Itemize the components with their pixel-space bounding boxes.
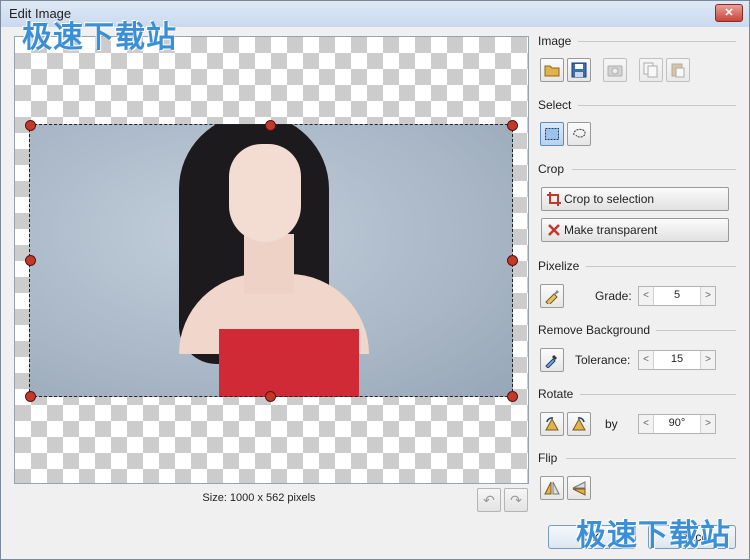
- rotate-left-button[interactable]: [540, 412, 564, 436]
- watermark-bottom: 极速下载站: [576, 518, 731, 553]
- camera-icon: [607, 65, 623, 77]
- rect-select-icon: [545, 128, 559, 140]
- rotate-right-button[interactable]: [567, 412, 591, 436]
- grade-value[interactable]: 5: [655, 289, 699, 301]
- handle-middle-right[interactable]: [507, 255, 518, 266]
- angle-increase-arrow[interactable]: >: [700, 415, 715, 433]
- grade-increase-arrow[interactable]: >: [700, 287, 715, 305]
- flip-vertical-button[interactable]: [567, 476, 591, 500]
- grade-decrease-arrow[interactable]: <: [639, 287, 654, 305]
- flip-section-divider: [566, 458, 736, 459]
- grade-stepper[interactable]: < 5 >: [638, 286, 716, 306]
- crop-selection[interactable]: [29, 124, 513, 397]
- watermark-top: 极速下载站: [22, 20, 177, 55]
- flip-horizontal-icon: [544, 481, 560, 495]
- paste-icon: [671, 63, 685, 78]
- handle-top-right[interactable]: [507, 120, 518, 131]
- handle-bottom-left[interactable]: [25, 391, 36, 402]
- flip-horizontal-button[interactable]: [540, 476, 564, 500]
- crop-section-divider: [572, 169, 736, 170]
- tolerance-stepper[interactable]: < 15 >: [638, 350, 716, 370]
- x-mark-icon: [548, 224, 560, 236]
- image-canvas[interactable]: [14, 36, 529, 484]
- pixelize-section-label: Pixelize: [538, 259, 586, 273]
- remove-bg-section-divider: [654, 330, 736, 331]
- lasso-select-icon: [573, 128, 586, 138]
- eyedropper-icon: [545, 355, 557, 368]
- rotate-section-label: Rotate: [538, 387, 580, 401]
- redo-button[interactable]: ↷: [504, 488, 528, 512]
- remove-bg-button[interactable]: [540, 348, 564, 372]
- pixelize-brush-icon: [545, 290, 559, 304]
- rect-select-button[interactable]: [540, 122, 564, 146]
- tolerance-decrease-arrow[interactable]: <: [639, 351, 654, 369]
- close-button[interactable]: ✕: [715, 4, 743, 22]
- handle-bottom-center[interactable]: [265, 391, 276, 402]
- flip-section-label: Flip: [538, 451, 564, 465]
- crop-to-selection-button[interactable]: Crop to selection: [541, 187, 729, 211]
- image-size-label: Size: 1000 x 562 pixels: [202, 492, 316, 504]
- rotate-by-label: by: [605, 417, 618, 431]
- copy-button[interactable]: [639, 58, 663, 82]
- undo-button[interactable]: ↶: [477, 488, 501, 512]
- crop-section-label: Crop: [538, 162, 571, 176]
- open-button[interactable]: [540, 58, 564, 82]
- rotate-section-divider: [580, 394, 736, 395]
- handle-middle-left[interactable]: [25, 255, 36, 266]
- lasso-select-button[interactable]: [567, 122, 591, 146]
- save-button[interactable]: [567, 58, 591, 82]
- pixelize-section-divider: [586, 266, 736, 267]
- make-transparent-label: Make transparent: [564, 223, 658, 237]
- rotate-left-icon: [545, 417, 559, 431]
- tolerance-value[interactable]: 15: [655, 353, 699, 365]
- crop-icon: [547, 192, 561, 206]
- crop-to-selection-label: Crop to selection: [564, 192, 655, 206]
- remove-bg-section-label: Remove Background: [538, 323, 657, 337]
- save-icon: [571, 62, 587, 78]
- handle-top-left[interactable]: [25, 120, 36, 131]
- image-section-divider: [578, 41, 736, 42]
- rotate-right-icon: [572, 417, 586, 431]
- undo-icon: ↶: [483, 492, 495, 508]
- select-section-divider: [578, 105, 736, 106]
- angle-decrease-arrow[interactable]: <: [639, 415, 654, 433]
- tolerance-increase-arrow[interactable]: >: [700, 351, 715, 369]
- angle-stepper[interactable]: < 90° >: [638, 414, 716, 434]
- open-icon: [544, 65, 560, 77]
- tolerance-label: Tolerance:: [575, 353, 631, 367]
- image-section-label: Image: [538, 34, 578, 48]
- pixelize-button[interactable]: [540, 284, 564, 308]
- select-section-label: Select: [538, 98, 578, 112]
- angle-value[interactable]: 90°: [655, 417, 699, 429]
- make-transparent-button[interactable]: Make transparent: [541, 218, 729, 242]
- flip-vertical-icon: [572, 481, 586, 496]
- grade-label: Grade:: [595, 289, 632, 303]
- handle-bottom-right[interactable]: [507, 391, 518, 402]
- copy-icon: [643, 62, 658, 78]
- redo-icon: ↷: [510, 492, 522, 508]
- handle-top-center[interactable]: [265, 120, 276, 131]
- paste-button[interactable]: [666, 58, 690, 82]
- camera-button[interactable]: [603, 58, 627, 82]
